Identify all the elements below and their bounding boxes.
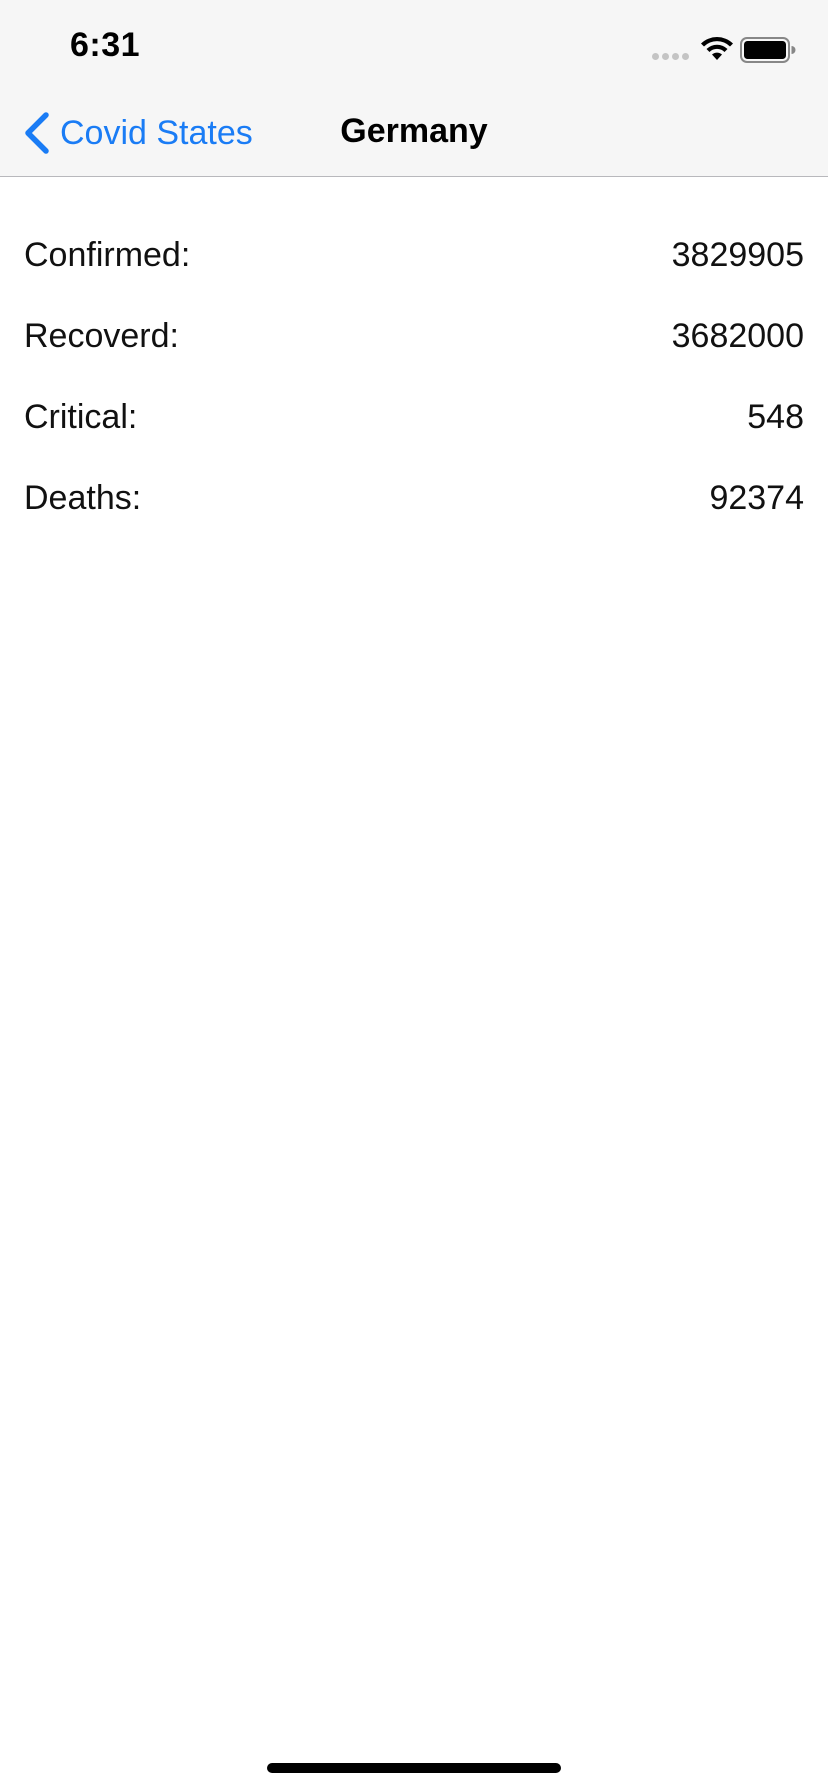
cellular-signal-icon [652, 53, 692, 63]
stat-row-deaths: Deaths: 92374 [24, 458, 804, 539]
page-title: Germany [340, 112, 488, 150]
home-indicator[interactable] [267, 1763, 561, 1773]
battery-icon [740, 37, 796, 63]
screen: 6:31 Covid States Germany Confirmed: 382… [0, 0, 828, 1792]
stat-row-critical: Critical: 548 [24, 377, 804, 458]
status-time: 6:31 [70, 26, 141, 64]
wifi-icon [701, 37, 733, 60]
stat-row-recovered: Recoverd: 3682000 [24, 296, 804, 377]
stat-row-confirmed: Confirmed: 3829905 [24, 215, 804, 296]
stat-label: Confirmed: [24, 236, 191, 274]
stat-value: 92374 [709, 479, 804, 517]
stat-value: 548 [747, 398, 804, 436]
stats-list: Confirmed: 3829905 Recoverd: 3682000 Cri… [24, 215, 804, 539]
status-bar: 6:31 [0, 0, 828, 92]
stat-label: Critical: [24, 398, 138, 436]
navigation-bar: Covid States Germany [0, 92, 828, 177]
stat-label: Deaths: [24, 479, 142, 517]
stat-value: 3829905 [671, 236, 804, 274]
stat-value: 3682000 [671, 317, 804, 355]
stat-label: Recoverd: [24, 317, 179, 355]
